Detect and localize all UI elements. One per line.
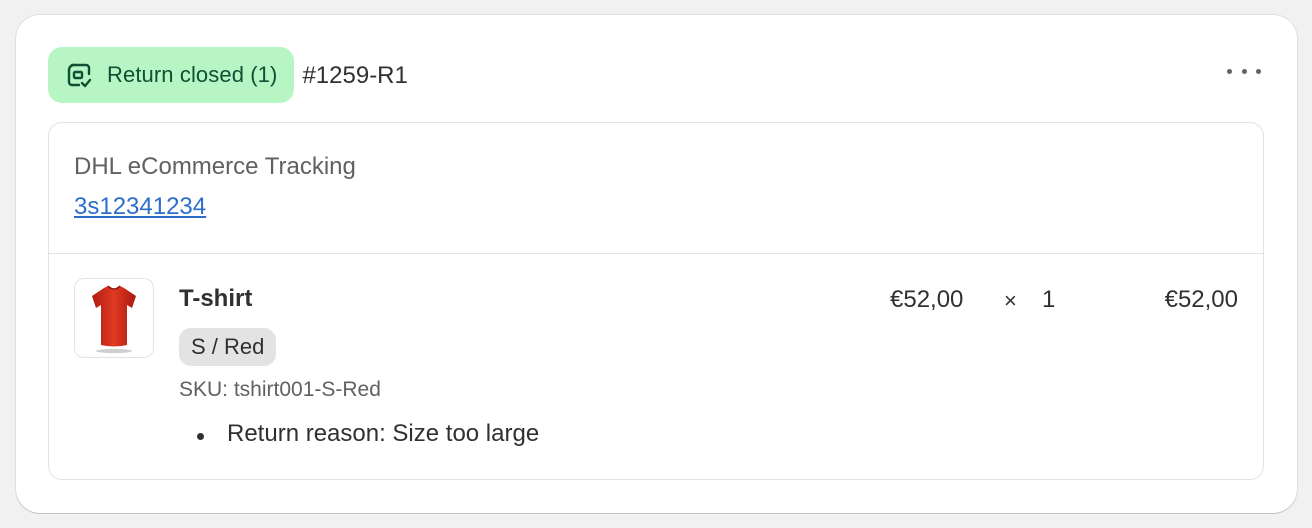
multiply-sign: × [1004,288,1017,313]
tracking-carrier: DHL eCommerce Tracking [74,153,356,180]
return-reason-item: Return reason: Size too large [197,420,539,448]
line-item: T-shirt S / Red SKU: tshirt001-S-Red Ret… [49,254,1263,479]
product-title[interactable]: T-shirt [179,284,539,314]
tracking-section: DHL eCommerce Tracking 3s12341234 [49,123,1263,254]
return-id: #1259-R1 [302,62,408,89]
return-reason-text: Return reason: Size too large [227,420,540,447]
line-total: €52,00 [1164,286,1238,313]
red-tshirt-image [92,285,136,354]
product-sku: SKU: tshirt001-S-Red [179,378,381,401]
product-thumbnail[interactable] [74,278,154,358]
tracking-number-link[interactable]: 3s12341234 [74,193,206,221]
line-item-details: T-shirt S / Red SKU: tshirt001-S-Red Ret… [179,284,539,448]
return-card: Return closed (1) #1259-R1 DHL eCommerce… [16,15,1297,513]
return-box-check-icon [65,61,93,89]
return-header: Return closed (1) #1259-R1 [48,47,408,103]
more-actions-button[interactable] [1227,61,1261,81]
more-horizontal-icon [1227,68,1232,74]
quantity: 1 [1042,286,1056,313]
return-reasons: Return reason: Size too large [197,420,539,448]
return-details-panel: DHL eCommerce Tracking 3s12341234 T-shir… [48,122,1264,480]
unit-price: €52,00 [890,286,964,313]
status-label: Return closed (1) [107,62,278,87]
status-badge: Return closed (1) [48,47,295,103]
variant-badge: S / Red [179,328,277,366]
